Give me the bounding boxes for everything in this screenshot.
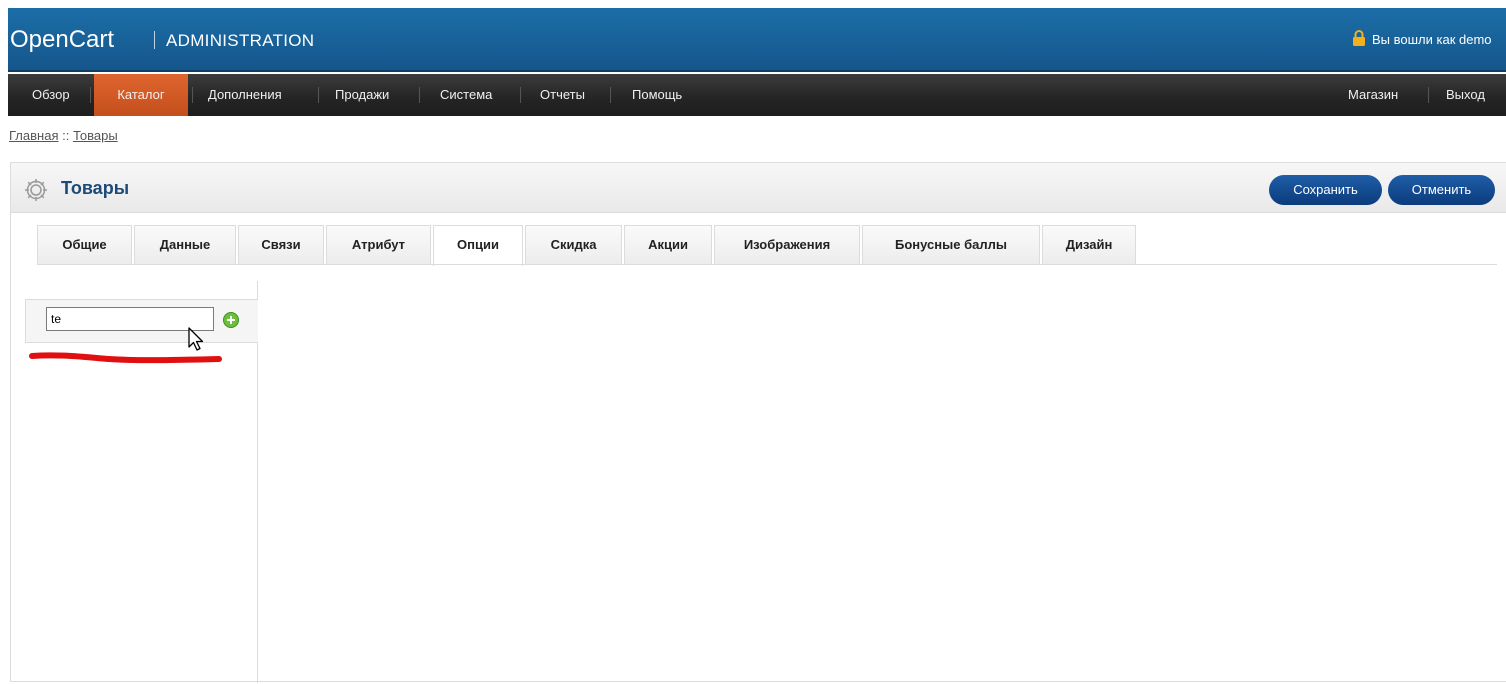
tab-images[interactable]: Изображения xyxy=(714,225,860,265)
option-vertical-tabs xyxy=(11,281,258,683)
breadcrumb: Главная :: Товары xyxy=(9,128,118,143)
page-title: Товары xyxy=(61,178,130,198)
tab-data[interactable]: Данные xyxy=(134,225,236,265)
tab-attribute[interactable]: Атрибут xyxy=(326,225,431,265)
menu-divider xyxy=(520,87,521,103)
breadcrumb-separator: :: xyxy=(58,128,73,143)
menu-item-help[interactable]: Помощь xyxy=(620,74,694,116)
menu-divider xyxy=(318,87,319,103)
add-option-icon[interactable] xyxy=(222,311,240,329)
menu-item-extensions[interactable]: Дополнения xyxy=(196,74,294,116)
gear-icon xyxy=(25,179,47,201)
tab-links[interactable]: Связи xyxy=(238,225,324,265)
menu-item-overview[interactable]: Обзор xyxy=(20,74,82,116)
tab-special[interactable]: Акции xyxy=(624,225,712,265)
tab-discount[interactable]: Скидка xyxy=(525,225,622,265)
red-underline-annotation xyxy=(29,352,222,364)
tab-reward-points[interactable]: Бонусные баллы xyxy=(862,225,1040,265)
login-text: Вы вошли как demo xyxy=(1372,32,1492,47)
breadcrumb-home-link[interactable]: Главная xyxy=(9,128,58,143)
cancel-button[interactable]: Отменить xyxy=(1388,175,1495,205)
menu-divider xyxy=(90,87,91,103)
menu-divider xyxy=(419,87,420,103)
tab-general[interactable]: Общие xyxy=(37,225,132,265)
header-bar: OpenCart ADMINISTRATION Вы вошли как dem… xyxy=(8,8,1506,72)
menu-item-sales[interactable]: Продажи xyxy=(323,74,401,116)
tab-design[interactable]: Дизайн xyxy=(1042,225,1136,265)
menu-item-store[interactable]: Магазин xyxy=(1336,74,1410,116)
lock-icon xyxy=(1353,30,1365,46)
logo-subtitle: ADMINISTRATION xyxy=(166,31,315,50)
breadcrumb-products-link[interactable]: Товары xyxy=(73,128,118,143)
menu-item-system[interactable]: Система xyxy=(428,74,504,116)
menu-item-reports[interactable]: Отчеты xyxy=(528,74,597,116)
tab-options[interactable]: Опции xyxy=(433,225,523,266)
main-menu: Обзор Каталог Дополнения Продажи Система… xyxy=(8,74,1506,116)
menu-item-catalog[interactable]: Каталог xyxy=(94,74,188,116)
content-box: Товары Сохранить Отменить Общие Данные С… xyxy=(10,162,1506,683)
menu-item-logout[interactable]: Выход xyxy=(1434,74,1497,116)
save-button[interactable]: Сохранить xyxy=(1269,175,1382,205)
logo: OpenCart xyxy=(10,26,115,53)
menu-divider xyxy=(192,87,193,103)
menu-divider xyxy=(610,87,611,103)
option-add-row xyxy=(25,299,258,343)
box-heading: Товары Сохранить Отменить xyxy=(11,163,1506,213)
login-status: Вы вошли как demo xyxy=(1352,30,1492,47)
menu-divider xyxy=(1428,87,1429,103)
logo-divider xyxy=(154,31,155,49)
tabs-divider xyxy=(37,264,1497,265)
